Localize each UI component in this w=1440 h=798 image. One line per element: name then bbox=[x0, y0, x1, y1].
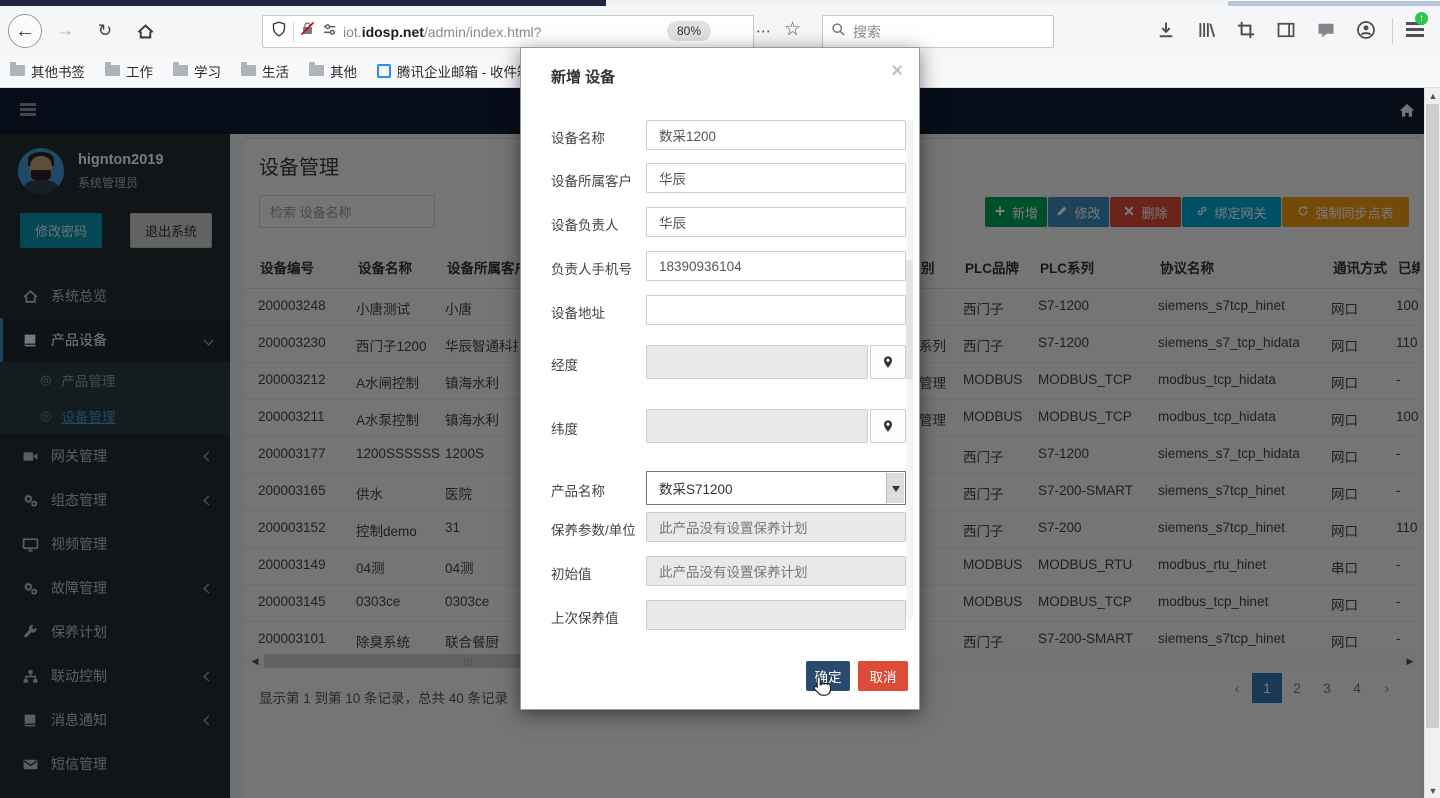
field-label: 负责人手机号 bbox=[551, 258, 632, 278]
search-placeholder: 搜索 bbox=[853, 22, 881, 42]
bookmark-label: 学习 bbox=[194, 61, 221, 81]
field-label: 上次保养值 bbox=[551, 607, 619, 627]
browser-home-button[interactable] bbox=[130, 16, 160, 46]
field-label: 经度 bbox=[551, 354, 578, 374]
bookmark-label: 腾讯企业邮箱 - 收件箱 bbox=[397, 61, 531, 81]
url-bar[interactable]: iot.idosp.net/admin/index.html? 80% bbox=[262, 15, 754, 48]
folder-icon bbox=[309, 65, 324, 76]
field-label: 设备所属客户 bbox=[551, 170, 632, 190]
field-input-纬度 bbox=[646, 409, 868, 443]
field-input-设备所属客户[interactable]: 华辰 bbox=[646, 163, 906, 193]
bookmark-label: 工作 bbox=[126, 61, 153, 81]
download-icon[interactable] bbox=[1156, 20, 1178, 42]
folder-icon bbox=[10, 65, 25, 76]
bookmark-item[interactable]: 工作 bbox=[105, 61, 153, 81]
shield-icon[interactable] bbox=[271, 21, 287, 42]
bookmark-item[interactable]: 其他书签 bbox=[10, 61, 85, 81]
screenshot-icon[interactable] bbox=[1236, 20, 1258, 42]
browser-vertical-scrollbar[interactable]: ▲ ▼ bbox=[1424, 88, 1440, 798]
reload-button[interactable]: ↻ bbox=[90, 16, 120, 46]
insecure-lock-icon[interactable] bbox=[300, 21, 316, 42]
page-actions-icon[interactable]: ⋯ bbox=[756, 22, 772, 40]
modal-scrollbar[interactable] bbox=[906, 120, 913, 620]
field-label: 保养参数/单位 bbox=[551, 519, 636, 539]
back-button[interactable]: ← bbox=[8, 14, 42, 48]
bookmark-item[interactable]: 腾讯企业邮箱 - 收件箱 bbox=[377, 61, 531, 81]
field-input-初始值: 此产品没有设置保养计划 bbox=[646, 556, 906, 586]
permissions-icon[interactable] bbox=[322, 22, 337, 42]
close-icon[interactable]: × bbox=[891, 60, 903, 83]
sidebar-toggle-icon[interactable] bbox=[1276, 20, 1298, 42]
field-input-设备名称[interactable]: 数采1200 bbox=[646, 120, 906, 150]
map-pin-icon[interactable] bbox=[870, 409, 906, 443]
zoom-level-badge[interactable]: 80% bbox=[667, 21, 711, 41]
map-pin-icon[interactable] bbox=[870, 345, 906, 379]
browser-search-input[interactable]: 搜索 bbox=[822, 15, 1054, 48]
bookmark-label: 生活 bbox=[262, 61, 289, 81]
mouse-cursor bbox=[809, 673, 835, 704]
field-label: 设备名称 bbox=[551, 127, 605, 147]
bookmark-star-icon[interactable]: ☆ bbox=[784, 18, 801, 41]
field-label: 纬度 bbox=[551, 418, 578, 438]
url-text: iot.idosp.net/admin/index.html? bbox=[343, 24, 541, 40]
product-name-select[interactable]: 数采S71200 bbox=[646, 471, 906, 505]
field-input-经度 bbox=[646, 345, 868, 379]
field-input-保养参数/单位: 此产品没有设置保养计划 bbox=[646, 512, 906, 542]
pocket-bubble-icon[interactable] bbox=[1316, 20, 1338, 42]
field-label: 设备负责人 bbox=[551, 214, 619, 234]
divider bbox=[1392, 18, 1393, 44]
field-label: 产品名称 bbox=[551, 480, 605, 500]
bookmark-item[interactable]: 生活 bbox=[241, 61, 289, 81]
tencent-mail-icon bbox=[377, 64, 391, 78]
modal-title: 新增 设备 bbox=[551, 66, 615, 87]
bookmark-label: 其他书签 bbox=[31, 61, 85, 81]
select-value: 数采S71200 bbox=[659, 478, 733, 498]
divider bbox=[293, 22, 294, 42]
library-icon[interactable] bbox=[1196, 20, 1218, 42]
folder-icon bbox=[173, 65, 188, 76]
field-input-设备负责人[interactable]: 华辰 bbox=[646, 207, 906, 237]
field-input-上次保养值 bbox=[646, 600, 906, 630]
account-icon[interactable] bbox=[1356, 20, 1378, 42]
chevron-down-icon[interactable] bbox=[886, 473, 904, 503]
field-label: 初始值 bbox=[551, 563, 592, 583]
update-badge-icon: ↑ bbox=[1415, 12, 1428, 25]
field-label: 设备地址 bbox=[551, 302, 605, 322]
bookmark-item[interactable]: 学习 bbox=[173, 61, 221, 81]
folder-icon bbox=[105, 65, 120, 76]
bookmark-label: 其他 bbox=[330, 61, 357, 81]
field-input-设备地址[interactable] bbox=[646, 295, 906, 325]
search-icon bbox=[831, 22, 846, 42]
modal-footer: 确定 取消 bbox=[521, 645, 919, 709]
bookmark-item[interactable]: 其他 bbox=[309, 61, 357, 81]
field-input-负责人手机号[interactable]: 18390936104 bbox=[646, 251, 906, 281]
scrollbar-thumb[interactable] bbox=[1426, 104, 1439, 728]
add-device-modal: 新增 设备 × 设备名称数采1200设备所属客户华辰设备负责人华辰负责人手机号1… bbox=[520, 47, 920, 710]
scroll-down-icon[interactable]: ▼ bbox=[1425, 784, 1440, 798]
forward-button[interactable]: → bbox=[50, 16, 80, 46]
cancel-button[interactable]: 取消 bbox=[858, 661, 908, 691]
scroll-up-icon[interactable]: ▲ bbox=[1425, 89, 1440, 103]
folder-icon bbox=[241, 65, 256, 76]
